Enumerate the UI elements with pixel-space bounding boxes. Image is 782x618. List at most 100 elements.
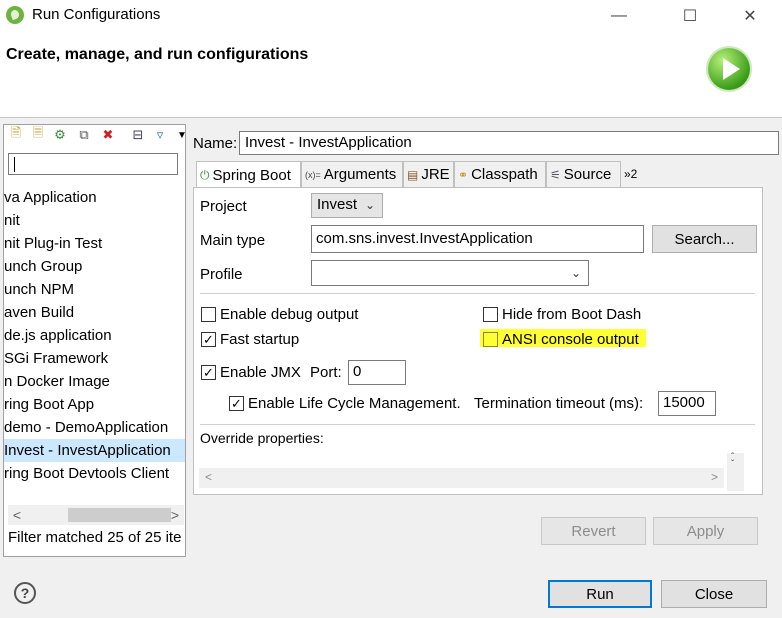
revert-button[interactable]: Revert [541, 517, 646, 545]
filter-input[interactable] [8, 153, 178, 175]
tree-item[interactable]: unch NPM [4, 278, 185, 301]
more-tabs-icon[interactable]: »2 [621, 161, 645, 187]
filter-status: Filter matched 25 of 25 ite [8, 529, 182, 546]
spring-app-icon [6, 6, 24, 24]
override-properties-label: Override properties: [200, 430, 324, 446]
title-bar: Run Configurations — ☐ ✕ [0, 0, 782, 32]
apply-button[interactable]: Apply [653, 517, 758, 545]
export-icon[interactable]: ⚙ [52, 127, 68, 143]
tree-horizontal-scrollbar[interactable]: < > [8, 505, 184, 525]
tree-item-label: nit [4, 212, 20, 229]
source-icon: ⚟ [550, 167, 561, 182]
port-input[interactable]: 0 [348, 360, 406, 385]
tree-item-label: SGi Framework [4, 350, 109, 367]
tree-item-label: va Application [4, 189, 97, 206]
ansi-console-label: ANSI console output [502, 331, 639, 348]
close-icon[interactable]: ✕ [727, 0, 773, 32]
search-button[interactable]: Search... [652, 225, 757, 253]
tree-item-label: ring Boot Devtools Client [4, 465, 170, 482]
run-banner-icon [708, 48, 750, 90]
tree-item[interactable]: nit Plug-in Test [4, 232, 185, 255]
hide-boot-dash-checkbox[interactable] [483, 307, 498, 322]
enable-jmx-checkbox[interactable]: ✓ [201, 365, 216, 380]
scroll-right-icon[interactable]: > [711, 470, 718, 484]
scroll-down-icon[interactable]: ˇ [731, 459, 734, 470]
enable-jmx-label: Enable JMX [220, 364, 301, 381]
tree-item[interactable]: ring Boot Devtools Client [4, 462, 185, 485]
profile-combo[interactable]: ⌄ [311, 260, 589, 286]
tree-item-label: Invest - InvestApplication [4, 442, 171, 459]
tree-item[interactable]: Invest - InvestApplication [4, 439, 185, 462]
tree-item[interactable]: va Application [4, 186, 185, 209]
tab-arguments[interactable]: (x)= Arguments [301, 161, 403, 187]
tree-item-label: de.js application [4, 327, 112, 344]
override-vertical-scrollbar[interactable]: ˆ ˇ [727, 452, 744, 491]
header-separator [0, 117, 782, 118]
collapse-all-icon[interactable]: ⊟ [130, 127, 146, 143]
main-type-input[interactable]: com.sns.invest.InvestApplication [311, 225, 644, 253]
tree-item[interactable]: demo - DemoApplication [4, 416, 185, 439]
termination-input[interactable]: 15000 [658, 391, 716, 416]
view-menu-icon[interactable]: ▼ [174, 127, 185, 143]
window-title: Run Configurations [32, 6, 161, 23]
name-input[interactable]: Invest - InvestApplication [239, 131, 779, 155]
config-tree-panel: 🗎 🗏 ⚙ ⧉ ✖ ⊟ ▿ ▼ va Application nit nit Plu… [3, 124, 186, 557]
scroll-left-icon[interactable]: < [205, 470, 212, 484]
filter-icon[interactable]: ▿ [152, 127, 168, 143]
divider [200, 293, 755, 294]
new-prototype-icon[interactable]: 🗏 [30, 125, 46, 143]
tab-spring-boot[interactable]: ⏻ Spring Boot [196, 161, 301, 188]
override-horizontal-scrollbar[interactable]: < > [199, 468, 724, 488]
tree-item-label: demo - DemoApplication [4, 419, 169, 436]
text-caret [14, 157, 15, 172]
termination-label: Termination timeout (ms): [474, 395, 644, 412]
tree-item[interactable]: aven Build [4, 301, 185, 324]
tab-jre[interactable]: ▤ JRE [403, 161, 454, 187]
chevron-down-icon: ⌄ [364, 198, 375, 212]
help-icon[interactable]: ? [14, 582, 36, 604]
run-button[interactable]: Run [548, 580, 652, 608]
tab-source[interactable]: ⚟ Source [546, 161, 621, 187]
project-label: Project [200, 198, 247, 215]
chevron-down-icon: ⌄ [570, 266, 581, 280]
profile-label: Profile [200, 266, 243, 283]
project-select[interactable]: Invest ⌄ [311, 193, 383, 218]
delete-icon[interactable]: ✖ [100, 127, 116, 143]
tree-item[interactable]: nit [4, 209, 185, 232]
spring-boot-icon: ⏻ [200, 167, 210, 182]
fast-startup-checkbox[interactable]: ✓ [201, 332, 216, 347]
tree-item-label: unch Group [4, 258, 83, 275]
hide-boot-dash-label: Hide from Boot Dash [502, 306, 642, 323]
lifecycle-checkbox[interactable]: ✓ [229, 396, 244, 411]
config-tabs: ⏻ Spring Boot (x)= Arguments ▤ JRE ⚭ Cla… [193, 161, 764, 188]
duplicate-icon[interactable]: ⧉ [76, 127, 92, 143]
spring-boot-tab-content: Project Invest ⌄ Main type com.sns.inves… [193, 187, 763, 495]
tree-item[interactable]: SGi Framework [4, 347, 185, 370]
tree-item-label: n Docker Image [4, 373, 110, 390]
tree-item[interactable]: unch Group [4, 255, 185, 278]
scroll-right-icon[interactable]: > [166, 505, 184, 525]
divider [200, 424, 755, 425]
classpath-icon: ⚭ [458, 167, 469, 182]
main-type-label: Main type [200, 232, 266, 249]
enable-debug-checkbox[interactable] [201, 307, 216, 322]
close-button[interactable]: Close [661, 580, 767, 608]
tree-item-label: aven Build [4, 304, 75, 321]
tree-item[interactable]: ring Boot App [4, 393, 185, 416]
dialog-header-title: Create, manage, and run configurations [6, 46, 309, 63]
minimize-icon[interactable]: — [596, 0, 642, 32]
ansi-console-checkbox[interactable] [483, 332, 498, 347]
port-label: Port: [310, 364, 342, 381]
tree-item[interactable]: de.js application [4, 324, 185, 347]
scrollbar-thumb[interactable] [68, 508, 171, 522]
tab-classpath[interactable]: ⚭ Classpath [454, 161, 546, 187]
scroll-left-icon[interactable]: < [8, 505, 26, 525]
maximize-icon[interactable]: ☐ [667, 0, 713, 32]
tree-item-label: unch NPM [4, 281, 75, 298]
enable-debug-label: Enable debug output [220, 306, 359, 323]
tree-item[interactable]: n Docker Image [4, 370, 185, 393]
new-config-icon[interactable]: 🗎 [8, 125, 24, 143]
name-label: Name: [193, 135, 238, 152]
tree-item-label: nit Plug-in Test [4, 235, 103, 252]
fast-startup-label: Fast startup [220, 331, 300, 348]
